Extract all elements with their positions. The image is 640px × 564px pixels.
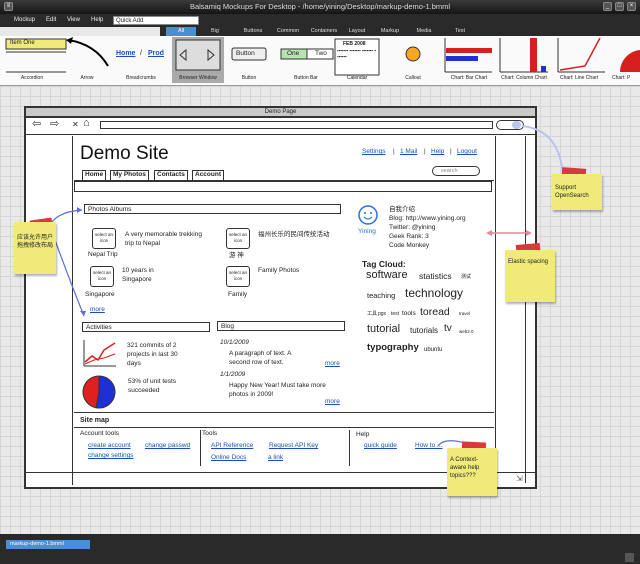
menu-edit[interactable]: Edit — [46, 14, 56, 27]
library-breadcrumb-home: Home — [116, 50, 136, 57]
library-caption-pie-chart[interactable]: Chart: P — [612, 75, 640, 81]
menu-view[interactable]: View — [67, 14, 80, 27]
tab-big[interactable]: Big — [200, 27, 230, 36]
library-caption-callout[interactable]: Callout — [398, 75, 428, 81]
title-bar: Balsamiq Mockups For Desktop - /home/yin… — [0, 0, 640, 14]
sticky-note-opensearch[interactable]: Support OpenSearch — [552, 174, 602, 210]
library-caption-breadcrumbs[interactable]: Breadcrumbs — [118, 75, 164, 81]
tab-media[interactable]: Media — [410, 27, 438, 36]
library-caption-bar-chart[interactable]: Chart: Bar Chart — [444, 75, 494, 81]
tab-markup[interactable]: Markup — [375, 27, 405, 36]
sticky-note-context-help[interactable]: A Context-aware help topics??? — [447, 448, 497, 496]
library-buttonbar-two: Two — [315, 50, 327, 57]
sticky-note-text: Support OpenSearch — [555, 185, 589, 199]
window-menu-icon[interactable]: ≡ — [4, 2, 13, 11]
library-caption-line-chart[interactable]: Chart: Line Chart — [554, 75, 604, 81]
minimize-icon[interactable]: _ — [603, 2, 612, 11]
tab-common[interactable]: Common — [271, 27, 305, 36]
library-caption-arrow[interactable]: Arrow — [72, 75, 102, 81]
sticky-note-text: A Context-aware help topics??? — [450, 457, 480, 479]
sticky-note-text: Elastic spacing — [508, 259, 549, 265]
tab-layout[interactable]: Layout — [343, 27, 371, 36]
sticky-note-layout[interactable]: 应该允许用户拖拽修改布局 — [14, 222, 56, 274]
close-icon[interactable]: × — [627, 2, 636, 11]
library-caption-browser-window[interactable]: Browser Window — [170, 75, 226, 81]
menu-mockup[interactable]: Mockup — [14, 14, 35, 27]
library-caption-button[interactable]: Button — [232, 75, 266, 81]
library-caption-accordion[interactable]: Accordion — [4, 75, 60, 81]
library-caption-button-bar[interactable]: Button Bar — [282, 75, 330, 81]
tab-text[interactable]: Text — [446, 27, 474, 36]
tab-all[interactable]: All — [166, 27, 196, 36]
sticky-note-elastic[interactable]: Elastic spacing — [505, 250, 555, 302]
status-bar — [0, 534, 640, 564]
window-resize-handle[interactable] — [625, 553, 634, 562]
open-file-tab[interactable]: markup-demo-1.bmml — [6, 540, 90, 549]
quick-add-input[interactable]: Quick Add — [113, 16, 199, 25]
tab-buttons[interactable]: Buttons — [236, 27, 270, 36]
menu-help[interactable]: Help — [91, 14, 103, 27]
library-breadcrumb-separator: / — [140, 50, 142, 57]
maximize-icon[interactable]: □ — [615, 2, 624, 11]
library-caption-column-chart[interactable]: Chart: Column Chart — [496, 75, 552, 81]
library-buttonbar-one: One — [287, 50, 300, 57]
library-caption-calendar[interactable]: Calendar — [337, 75, 377, 81]
library-accordion-item: Item One — [10, 40, 35, 46]
library-calendar-header: FEB 2008 — [343, 41, 366, 47]
library-calendar-grid: ▪▪▪▪▪▪▪ ▪▪▪▪▪▪▪ ▪▪▪▪▪▪▪ ▪▪▪▪▪▪▪ — [337, 48, 376, 59]
sticky-note-text: 应该允许用户拖拽修改布局 — [17, 235, 54, 249]
library-button-label: Button — [236, 50, 255, 57]
tab-containers[interactable]: Containers — [305, 27, 343, 36]
library-breadcrumb-prod: Prod — [148, 50, 164, 57]
window-title: Balsamiq Mockups For Desktop - /home/yin… — [189, 2, 451, 11]
